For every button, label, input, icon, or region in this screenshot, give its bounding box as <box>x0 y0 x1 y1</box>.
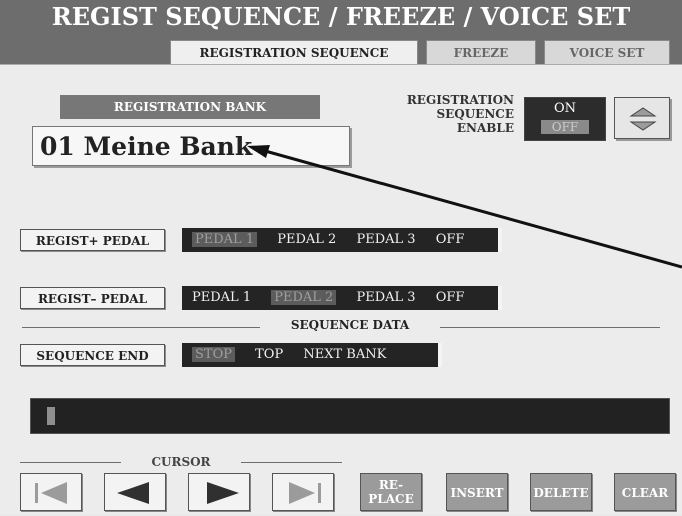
regist-minus-pedal-options[interactable]: PEDAL 1 PEDAL 2 PEDAL 3 OFF <box>182 286 502 310</box>
up-down-button[interactable] <box>614 97 670 139</box>
regist-plus-pedal-options[interactable]: PEDAL 1 PEDAL 2 PEDAL 3 OFF <box>182 228 502 252</box>
regist-plus-pedal-option-1[interactable]: PEDAL 1 <box>192 232 258 247</box>
enable-label-line2: SEQUENCE <box>436 107 514 121</box>
tab-bar: REGISTRATION SEQUENCE FREEZE VOICE SET <box>0 34 682 64</box>
delete-button[interactable]: DELETE <box>530 473 592 511</box>
sequence-data-label: SEQUENCE DATA <box>260 318 440 332</box>
last-icon <box>289 482 321 504</box>
regist-minus-pedal-option-1[interactable]: PEDAL 1 <box>192 290 251 305</box>
registration-sequence-enable-label: REGISTRATION SEQUENCE ENABLE <box>378 93 514 135</box>
regist-minus-pedal-option-3[interactable]: PEDAL 3 <box>356 290 415 305</box>
left-arrow-icon <box>117 482 149 504</box>
right-arrow-icon <box>207 482 239 504</box>
enable-off-option[interactable]: OFF <box>541 120 589 134</box>
sequence-end-option-next-bank[interactable]: NEXT BANK <box>303 347 386 362</box>
cursor-left-button[interactable] <box>104 473 166 511</box>
sequence-cursor-marker[interactable] <box>47 407 55 425</box>
replace-label-line2: PLACE <box>368 492 414 506</box>
regist-minus-pedal-button[interactable]: REGIST– PEDAL <box>20 287 165 309</box>
enable-label-line1: REGISTRATION <box>406 93 514 107</box>
sequence-end-options[interactable]: STOP TOP NEXT BANK <box>182 343 442 367</box>
first-icon <box>35 482 67 504</box>
cursor-label: CURSOR <box>121 455 241 469</box>
tab-registration-sequence[interactable]: REGISTRATION SEQUENCE <box>170 40 418 64</box>
regist-plus-pedal-option-off[interactable]: OFF <box>436 232 465 247</box>
clear-button[interactable]: CLEAR <box>614 473 676 511</box>
insert-button[interactable]: INSERT <box>446 473 508 511</box>
regist-plus-pedal-option-3[interactable]: PEDAL 3 <box>356 232 415 247</box>
registration-bank-name[interactable]: 01 Meine Bank <box>32 126 350 166</box>
tab-freeze[interactable]: FREEZE <box>426 40 536 64</box>
registration-bank-label: REGISTRATION BANK <box>60 95 320 119</box>
regist-plus-pedal-option-2[interactable]: PEDAL 2 <box>277 232 336 247</box>
sequence-end-button[interactable]: SEQUENCE END <box>20 344 165 366</box>
sequence-end-option-top[interactable]: TOP <box>255 347 283 362</box>
sequence-track[interactable] <box>30 398 670 434</box>
window-title: REGIST SEQUENCE / FREEZE / VOICE SET <box>0 0 682 34</box>
cursor-first-button[interactable] <box>20 473 82 511</box>
replace-button[interactable]: RE- PLACE <box>360 473 422 511</box>
cursor-right-button[interactable] <box>188 473 250 511</box>
up-down-icon <box>629 107 657 131</box>
enable-on-option[interactable]: ON <box>525 100 605 118</box>
sequence-end-option-stop[interactable]: STOP <box>192 347 235 362</box>
regist-minus-pedal-option-off[interactable]: OFF <box>436 290 465 305</box>
cursor-last-button[interactable] <box>272 473 334 511</box>
regist-plus-pedal-button[interactable]: REGIST+ PEDAL <box>20 229 165 251</box>
enable-label-line3: ENABLE <box>456 121 514 135</box>
regist-minus-pedal-option-2[interactable]: PEDAL 2 <box>271 290 337 305</box>
tab-voice-set[interactable]: VOICE SET <box>544 40 670 64</box>
sequence-enable-toggle[interactable]: ON OFF <box>524 97 606 141</box>
replace-label-line1: RE- <box>378 478 404 492</box>
